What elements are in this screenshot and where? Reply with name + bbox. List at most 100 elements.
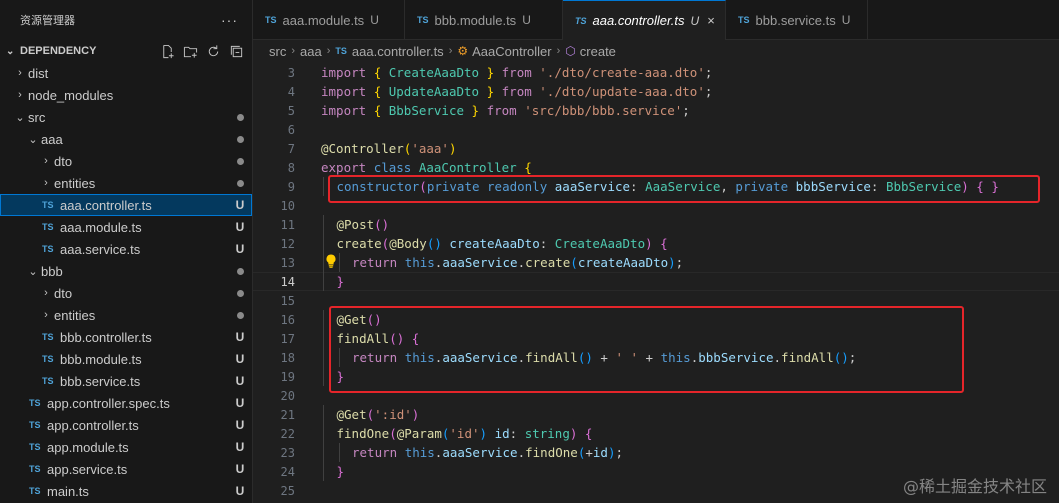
line-number: 12 — [280, 236, 295, 251]
explorer-section-header[interactable]: ⌄ DEPENDENCY — [0, 40, 252, 62]
breadcrumb-item-file[interactable]: aaa.controller.ts — [352, 44, 444, 59]
file-item[interactable]: TS main.ts U — [0, 480, 252, 502]
typescript-file-icon: TS — [42, 200, 54, 210]
file-item[interactable]: TS aaa.module.ts U — [0, 216, 252, 238]
folder-item[interactable]: › node_modules — [0, 84, 252, 106]
collapse-all-icon[interactable] — [228, 43, 244, 59]
breadcrumb-item-src[interactable]: src — [269, 44, 286, 59]
modified-dot-icon — [228, 113, 252, 121]
indent-guide — [323, 253, 324, 272]
method-icon: ⬡ — [565, 44, 576, 58]
git-status-badge: U — [522, 13, 531, 27]
breadcrumb-item-class[interactable]: AaaController — [472, 44, 552, 59]
refresh-icon[interactable] — [205, 43, 221, 59]
code-text: constructor(private readonly aaaService:… — [336, 179, 999, 194]
folder-item[interactable]: › entities — [0, 172, 252, 194]
file-item[interactable]: TS aaa.controller.ts U — [0, 194, 252, 216]
code-text: } — [336, 464, 345, 479]
chevron-right-icon: › — [326, 45, 331, 57]
folder-item[interactable]: › entities — [0, 304, 252, 326]
code-line: 13 return this.aaaService.create(createAa… — [253, 253, 1059, 272]
explorer-header: 资源管理器 ··· — [0, 0, 252, 40]
typescript-file-icon: TS — [417, 15, 429, 25]
indent-guide — [323, 310, 324, 329]
typescript-file-icon: TS — [29, 442, 41, 452]
breadcrumb: src › aaa › TS aaa.controller.ts › ⚙ Aaa… — [253, 40, 1059, 62]
chevron-right-icon: › — [448, 45, 453, 57]
file-item[interactable]: TS app.service.ts U — [0, 458, 252, 480]
modified-dot-icon — [228, 179, 252, 187]
folder-item[interactable]: › dist — [0, 62, 252, 84]
tree-item-label: aaa — [41, 131, 63, 147]
tree-item-label: bbb.module.ts — [60, 351, 142, 367]
code-text: import { CreateAaaDto } from './dto/crea… — [321, 65, 720, 80]
file-item[interactable]: TS bbb.module.ts U — [0, 348, 252, 370]
tab-bbb-service-ts[interactable]: TS bbb.service.ts U — [726, 0, 868, 40]
code-text: return this.aaaService.findAll() + ' ' +… — [352, 350, 857, 365]
tab-label: aaa.module.ts — [282, 12, 365, 28]
line-number: 3 — [287, 65, 295, 80]
file-item[interactable]: TS aaa.service.ts U — [0, 238, 252, 260]
indent-guide — [323, 443, 324, 462]
tree-item-label: entities — [54, 307, 96, 323]
git-status-badge: U — [235, 352, 245, 366]
folder-item[interactable]: › dto — [0, 282, 252, 304]
typescript-file-icon: TS — [738, 15, 750, 25]
watermark: @稀土掘金技术社区 — [902, 477, 1047, 496]
close-icon[interactable]: × — [707, 13, 715, 28]
tab-label: bbb.service.ts — [755, 12, 836, 28]
indent-guide — [323, 234, 324, 253]
tree-item-label: app.controller.ts — [47, 417, 139, 433]
indent-guide — [323, 348, 324, 367]
git-status-badge: U — [841, 13, 851, 27]
file-item[interactable]: TS app.controller.ts U — [0, 414, 252, 436]
file-item[interactable]: TS app.controller.spec.ts U — [0, 392, 252, 414]
modified-dot-icon — [228, 311, 252, 319]
tree-item-label: app.service.ts — [47, 461, 128, 477]
tab-bbb-module-ts[interactable]: TS bbb.module.ts U — [405, 0, 563, 40]
folder-item[interactable]: ⌄ bbb — [0, 260, 252, 282]
modified-dot-icon — [228, 289, 252, 297]
code-line: 17 findAll() { — [253, 329, 1059, 348]
code-text: @Post() — [336, 217, 390, 232]
indent-guide — [323, 367, 324, 386]
class-icon: ⚙ — [457, 44, 469, 58]
git-status-badge: U — [235, 440, 245, 454]
folder-item[interactable]: ⌄ aaa — [0, 128, 252, 150]
folder-item[interactable]: › dto — [0, 150, 252, 172]
new-file-icon[interactable] — [159, 43, 175, 59]
chevron-right-icon: › — [44, 155, 48, 167]
breadcrumb-item-aaa[interactable]: aaa — [300, 44, 322, 59]
code-line: 15 — [253, 291, 1059, 310]
tree-item-label: bbb.service.ts — [60, 373, 141, 389]
git-status-badge: U — [370, 13, 379, 27]
modified-dot-icon — [228, 157, 252, 165]
chevron-down-icon: ⌄ — [15, 111, 25, 124]
tab-aaa-controller-ts[interactable]: TS aaa.controller.ts U × — [563, 0, 726, 40]
indent-guide — [323, 462, 324, 481]
file-item[interactable]: TS bbb.service.ts U — [0, 370, 252, 392]
code-line: 16 @Get() — [253, 310, 1059, 329]
code-line: 6 — [253, 120, 1059, 139]
new-folder-icon[interactable] — [182, 43, 198, 59]
tree-item-label: src — [28, 109, 46, 125]
explorer-sidebar: 资源管理器 ··· ⌄ DEPENDENCY › dist › node_module… — [0, 0, 253, 503]
tab-label: bbb.module.ts — [434, 12, 517, 28]
more-actions-icon[interactable]: ··· — [221, 12, 238, 28]
code-text: @Controller('aaa') — [321, 141, 457, 156]
typescript-file-icon: TS — [42, 354, 54, 364]
indent-guide — [338, 253, 340, 272]
git-status-badge: U — [235, 418, 245, 432]
folder-item[interactable]: ⌄ src — [0, 106, 252, 128]
breadcrumb-item-method[interactable]: create — [580, 44, 616, 59]
tab-aaa-module-ts[interactable]: TS aaa.module.ts U — [253, 0, 405, 40]
tree-item-label: entities — [54, 175, 96, 191]
code-line: 23 return this.aaaService.findOne(+id); — [253, 443, 1059, 462]
section-title: DEPENDENCY — [20, 45, 97, 57]
line-number: 9 — [287, 179, 295, 194]
file-item[interactable]: TS app.module.ts U — [0, 436, 252, 458]
file-item[interactable]: TS bbb.controller.ts U — [0, 326, 252, 348]
code-editor[interactable]: 3 import { CreateAaaDto } from './dto/cre… — [253, 62, 1059, 503]
line-number: 4 — [287, 84, 295, 99]
line-number: 22 — [280, 426, 295, 441]
